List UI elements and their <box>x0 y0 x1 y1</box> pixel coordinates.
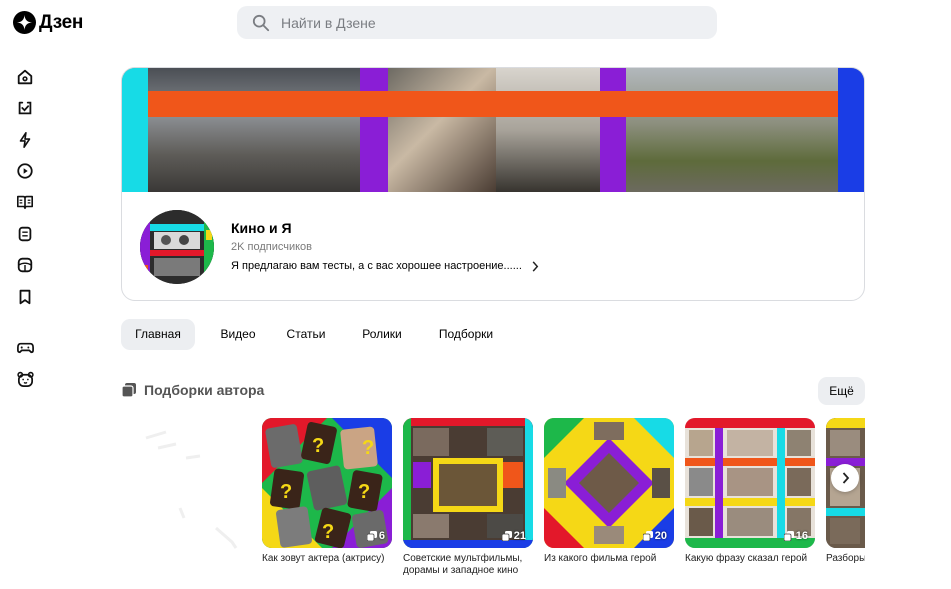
collection-title[interactable]: Как зовут актера (актрису) <box>262 553 392 565</box>
svg-text:?: ? <box>362 437 374 459</box>
collections-count-icon <box>501 531 512 541</box>
faded-placeholder <box>136 418 246 553</box>
svg-text:?: ? <box>280 481 292 503</box>
gallery-icon[interactable] <box>14 254 36 276</box>
count-badge: 21 <box>501 530 526 542</box>
kids-bear-icon[interactable] <box>14 368 36 390</box>
collection-card[interactable]: 21 Советские мультфильмы, дорамы и запад… <box>403 418 533 577</box>
collection-count: 21 <box>513 530 526 542</box>
collections-count-icon <box>366 531 377 541</box>
collection-card[interactable]: 16 Какую фразу сказал герой <box>685 418 815 565</box>
tab-articles[interactable]: Статьи <box>278 319 334 350</box>
tv-icon[interactable] <box>14 223 36 245</box>
subscriber-count: 2K подписчиков <box>231 241 313 253</box>
banner-stripe <box>148 91 838 117</box>
dzen-logo[interactable]: Дзен <box>13 11 83 34</box>
search-input[interactable] <box>281 14 701 31</box>
channel-card: Кино и Я 2K подписчиков Я предлагаю вам … <box>121 67 865 301</box>
tab-video[interactable]: Видео <box>207 319 269 350</box>
collections-icon <box>121 383 136 398</box>
channel-name: Кино и Я <box>231 220 292 236</box>
count-badge: 20 <box>642 530 667 542</box>
collection-count: 20 <box>654 530 667 542</box>
book-icon[interactable] <box>14 191 36 213</box>
svg-text:?: ? <box>358 481 370 503</box>
channel-avatar[interactable] <box>140 210 214 284</box>
gamepad-icon[interactable] <box>14 336 36 358</box>
collection-title[interactable]: Какую фразу сказал герой <box>685 553 815 565</box>
tab-collections[interactable]: Подборки <box>431 319 501 350</box>
collection-card[interactable]: Разборы <box>826 418 865 578</box>
count-badge: 6 <box>366 530 385 542</box>
collection-card[interactable]: ??? ?? 6 Как зовут актера (актрису) <box>262 418 392 565</box>
collection-title[interactable]: Советские мультфильмы, дорамы и западное… <box>403 553 533 577</box>
collection-cover: 16 <box>685 418 815 548</box>
collections-count-icon <box>783 531 794 541</box>
lightning-icon[interactable] <box>14 129 36 151</box>
collection-title[interactable]: Разборы <box>826 553 865 565</box>
section-header: Подборки автора <box>121 382 264 398</box>
collection-title[interactable]: Из какого фильма герой <box>544 553 674 565</box>
tab-clips[interactable]: Ролики <box>351 319 413 350</box>
chevron-right-icon[interactable] <box>531 261 539 272</box>
search-icon <box>252 14 270 31</box>
svg-text:?: ? <box>322 521 334 543</box>
collection-cover: 21 <box>403 418 533 548</box>
dzen-star-icon <box>13 11 36 34</box>
carousel-next-button[interactable] <box>831 464 859 492</box>
collection-cover: 20 <box>544 418 674 548</box>
collection-count: 6 <box>378 530 385 542</box>
section-title: Подборки автора <box>144 382 265 398</box>
search-bar[interactable] <box>237 6 717 39</box>
bookmark-icon[interactable] <box>14 286 36 308</box>
svg-text:?: ? <box>312 435 324 457</box>
collection-card[interactable]: 20 Из какого фильма герой <box>544 418 674 565</box>
home-icon[interactable] <box>14 66 36 88</box>
collection-count: 16 <box>795 530 808 542</box>
video-play-icon[interactable] <box>14 160 36 182</box>
tab-main[interactable]: Главная <box>121 319 195 350</box>
count-badge: 16 <box>783 530 808 542</box>
chevron-right-icon <box>842 472 849 484</box>
collections-count-icon <box>642 531 653 541</box>
collection-cover: ??? ?? 6 <box>262 418 392 548</box>
subscriptions-icon[interactable] <box>14 97 36 119</box>
channel-description[interactable]: Я предлагаю вам тесты, а с вас хорошее н… <box>231 260 522 272</box>
logo-text: Дзен <box>39 11 84 33</box>
channel-banner <box>122 68 864 192</box>
more-button[interactable]: Ещё <box>818 377 865 405</box>
